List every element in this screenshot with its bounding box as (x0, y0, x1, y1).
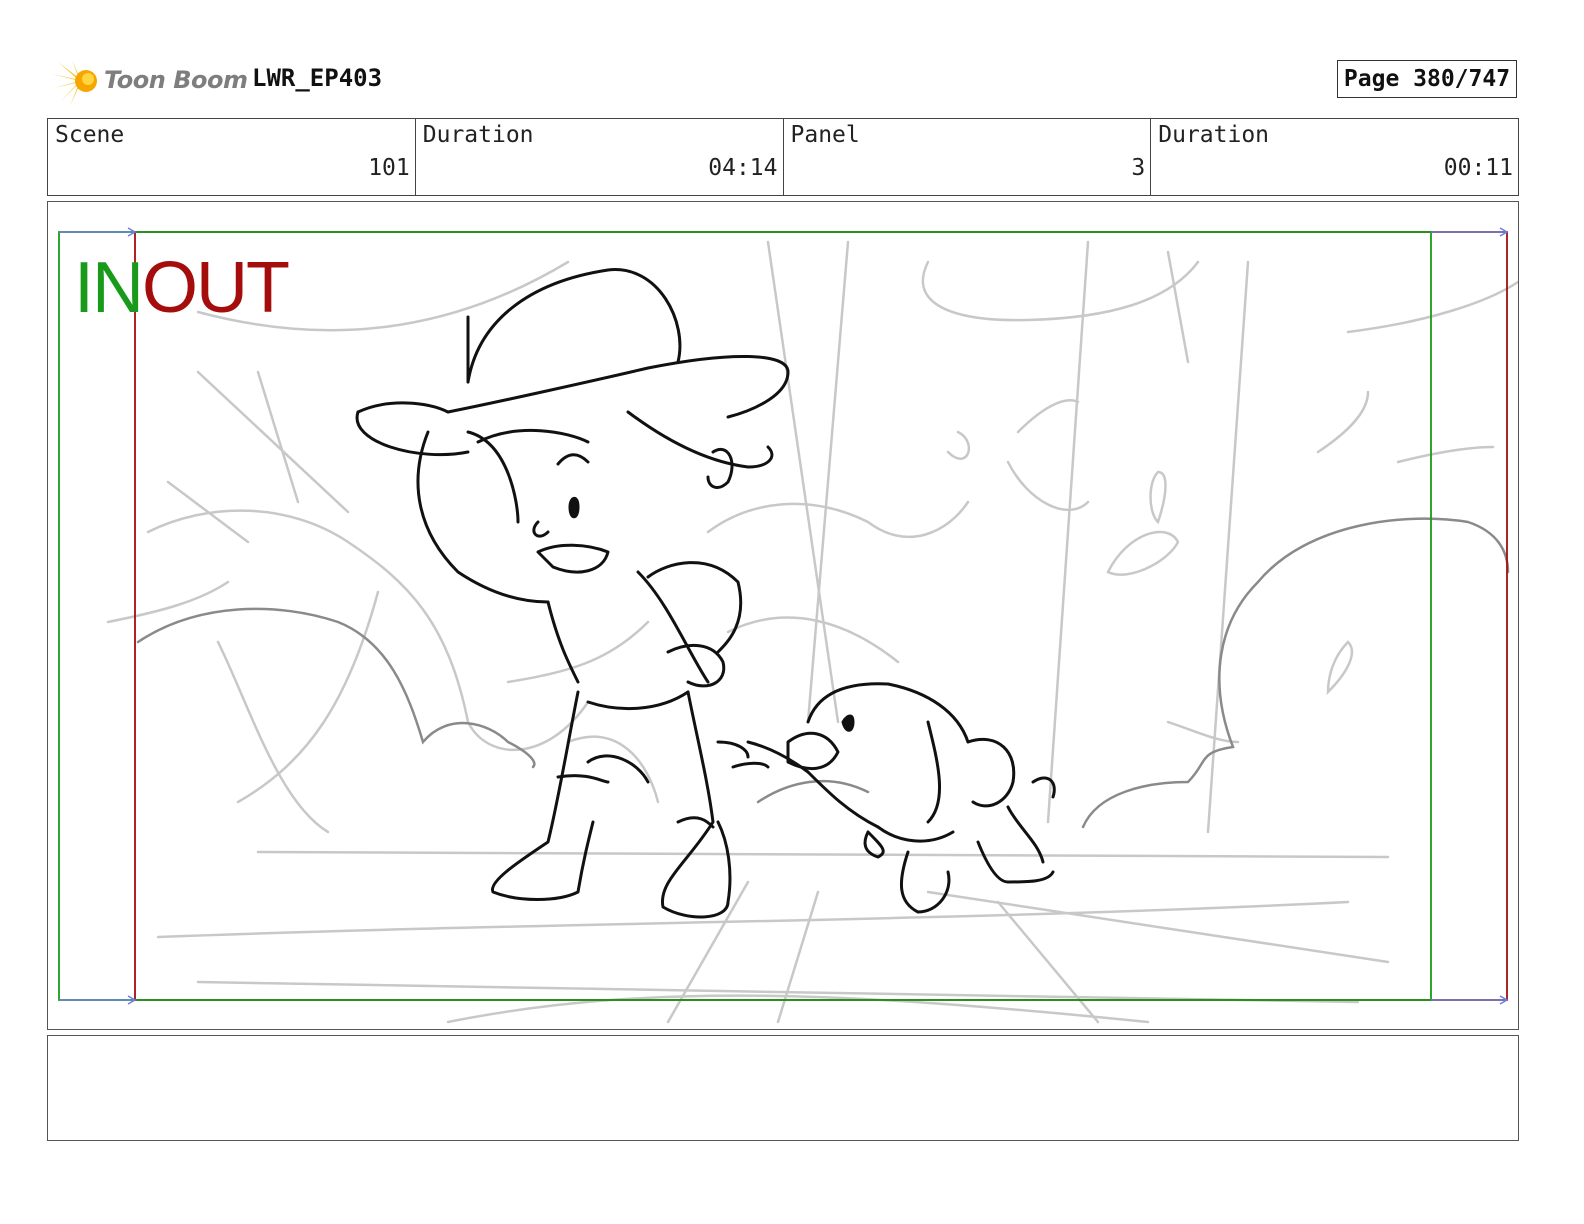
out-label: OUT (142, 248, 290, 328)
panel-duration-value: 00:11 (1443, 155, 1513, 181)
girl-character (355, 268, 790, 919)
in-label: IN (74, 248, 144, 328)
panel-label: Panel (790, 122, 860, 148)
panel-value: 3 (1131, 155, 1146, 181)
scene-duration-label: Duration (422, 122, 534, 148)
sunburst-icon (52, 60, 97, 106)
scene-cell: Scene 101 (48, 119, 416, 195)
project-title: LWR_EP403 (252, 64, 383, 92)
scene-duration-value: 04:14 (708, 155, 778, 181)
background-sketch (106, 240, 1518, 1024)
storyboard-panel: INOUT (47, 201, 1519, 1030)
logo-text: Toon Boom (104, 66, 248, 94)
bush-outlines (136, 517, 1510, 829)
scene-duration-cell: Duration 04:14 (416, 119, 784, 195)
page-indicator: Page 380/747 (1337, 60, 1517, 98)
puppy-character (716, 682, 1056, 914)
panel-notes (47, 1035, 1519, 1141)
toon-boom-logo: Toon Boom (50, 54, 248, 108)
scene-value: 101 (368, 155, 410, 181)
scene-label: Scene (55, 122, 125, 148)
in-out-label: INOUT (74, 252, 290, 324)
out-frame (134, 231, 1508, 1001)
scene-info-table: Scene 101 Duration 04:14 Panel 3 Duratio… (47, 118, 1519, 196)
panel-duration-cell: Duration 00:11 (1151, 119, 1518, 195)
panel-duration-label: Duration (1158, 122, 1270, 148)
panel-cell: Panel 3 (784, 119, 1152, 195)
